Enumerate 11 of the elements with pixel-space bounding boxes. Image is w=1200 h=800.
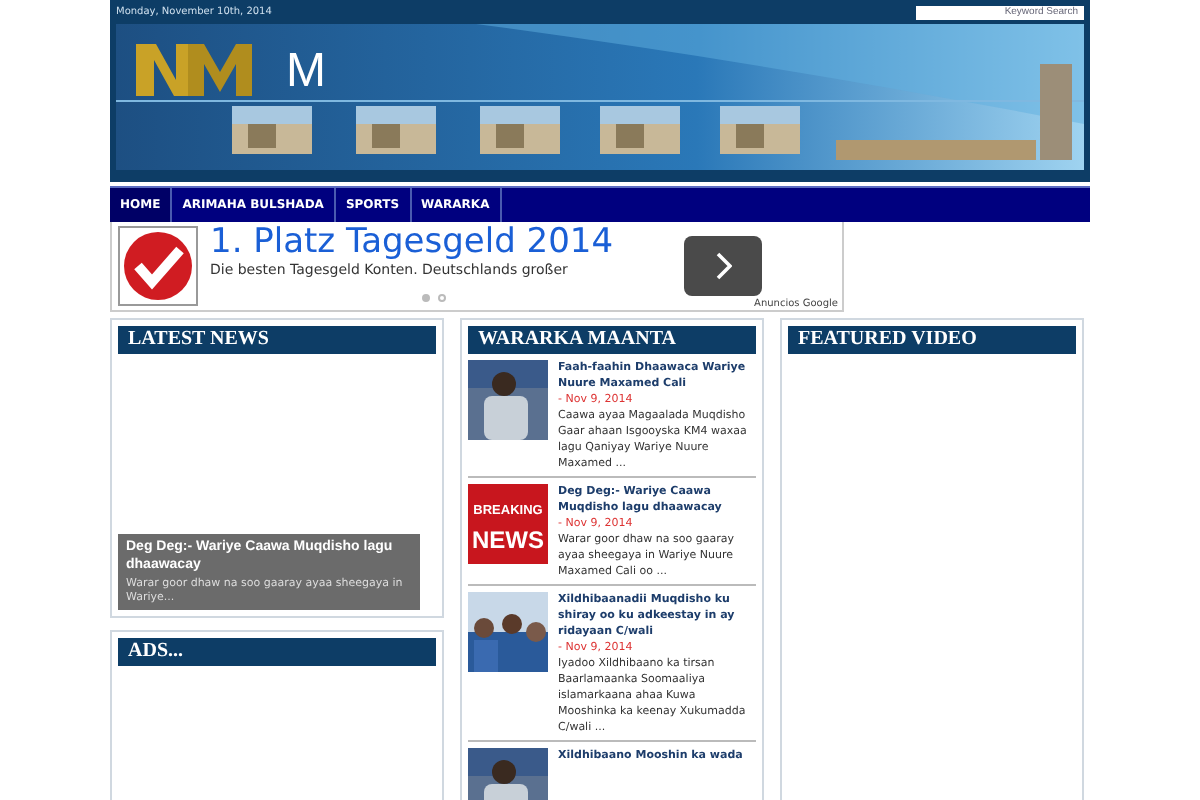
ad-headline[interactable]: 1. Platz Tagesgeld 2014 [210,222,614,262]
next-button[interactable] [684,236,762,296]
panel-heading: WARARKA MAANTA [468,326,756,354]
panel-heading: FEATURED VIDEO [788,326,1076,354]
carousel-dot[interactable] [422,294,430,302]
panel-heading: LATEST NEWS [118,326,436,354]
site-title: M [286,44,326,100]
chevron-right-icon [715,252,731,280]
checkmark-icon [118,226,198,306]
panel-heading: ADS... [118,638,436,666]
carousel-dot[interactable] [438,294,446,302]
